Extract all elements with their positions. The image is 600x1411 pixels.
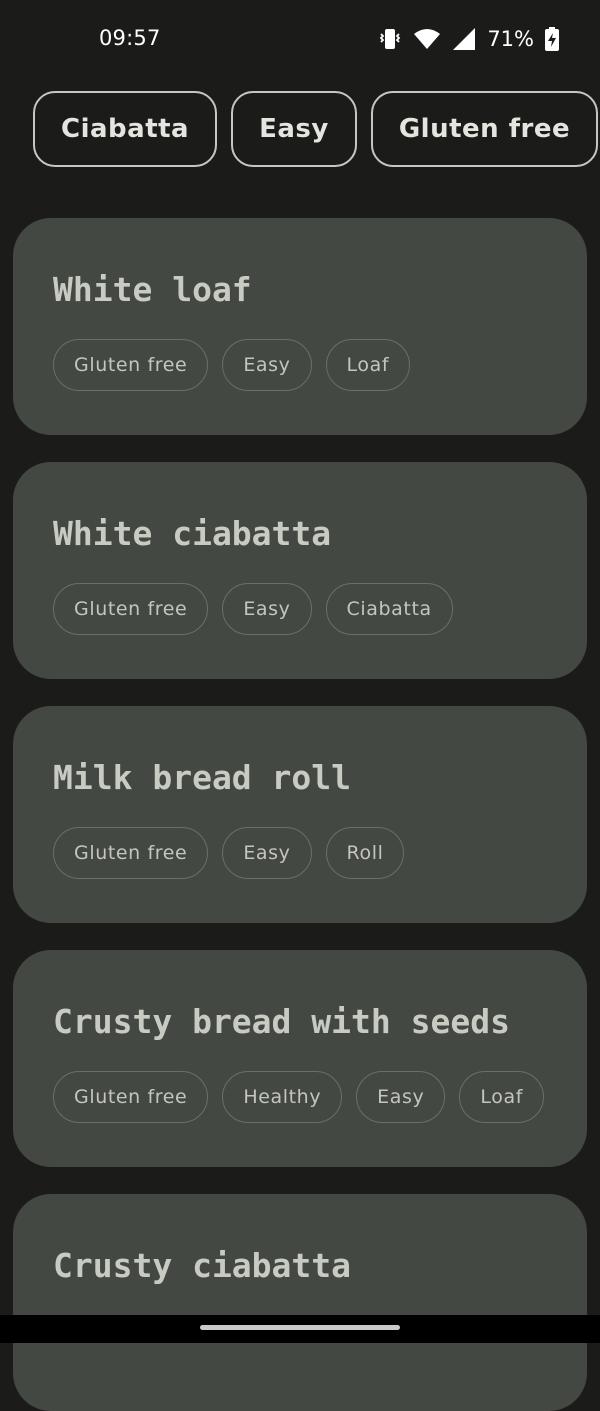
tag-chip[interactable]: Gluten free (53, 1071, 209, 1123)
tag-chip[interactable]: Gluten free (53, 339, 209, 391)
tag-chip[interactable]: Easy (356, 1071, 446, 1123)
filter-chip-ciabatta[interactable]: Ciabatta (33, 91, 218, 167)
recipe-title: White ciabatta (53, 514, 332, 553)
tag-row: Gluten free Healthy Easy Loaf (53, 1071, 547, 1123)
recipe-card[interactable]: Crusty bread with seeds Gluten free Heal… (13, 950, 587, 1167)
tag-chip[interactable]: Ciabatta (325, 583, 453, 635)
status-bar: 09:57 71% (0, 0, 600, 80)
tag-chip[interactable]: Loaf (459, 1071, 544, 1123)
recipe-title: Milk bread roll (53, 758, 352, 797)
tag-chip[interactable]: Easy (222, 827, 312, 879)
tag-chip[interactable]: Loaf (325, 339, 411, 391)
recipe-card[interactable]: White ciabatta Gluten free Easy Ciabatta (13, 462, 587, 679)
status-time: 09:57 (99, 26, 161, 50)
tag-chip[interactable]: Healthy (222, 1071, 343, 1123)
tag-chip[interactable]: Gluten free (53, 827, 209, 879)
tag-chip[interactable]: Easy (222, 339, 312, 391)
vibrate-icon (377, 26, 403, 52)
recipe-card[interactable]: White loaf Gluten free Easy Loaf (13, 218, 587, 435)
tag-chip[interactable]: Gluten free (53, 583, 209, 635)
filter-chip-easy[interactable]: Easy (231, 91, 357, 167)
recipe-title: Crusty ciabatta (53, 1246, 352, 1285)
battery-charging-icon (544, 26, 560, 52)
filter-chip-gluten-free[interactable]: Gluten free (370, 91, 599, 167)
recipe-card[interactable]: Crusty ciabatta (13, 1194, 587, 1411)
tag-row: Gluten free Easy Roll (53, 827, 547, 879)
recipe-card[interactable]: Milk bread roll Gluten free Easy Roll (13, 706, 587, 923)
tag-chip[interactable]: Roll (325, 827, 405, 879)
battery-percent: 71% (487, 27, 534, 51)
filter-chip-row: Ciabatta Easy Gluten free (33, 91, 599, 167)
recipe-title: White loaf (53, 270, 252, 309)
recipe-title: Crusty bread with seeds (53, 1002, 510, 1041)
tag-row: Gluten free Easy Loaf (53, 339, 547, 391)
cell-signal-icon (451, 26, 477, 52)
tag-chip[interactable]: Easy (222, 583, 312, 635)
wifi-icon (413, 27, 441, 51)
home-handle[interactable] (200, 1325, 400, 1330)
tag-row: Gluten free Easy Ciabatta (53, 583, 547, 635)
status-icons: 71% (377, 24, 560, 54)
recipe-list: White loaf Gluten free Easy Loaf White c… (13, 218, 587, 1411)
gesture-nav-bar (0, 1315, 600, 1343)
